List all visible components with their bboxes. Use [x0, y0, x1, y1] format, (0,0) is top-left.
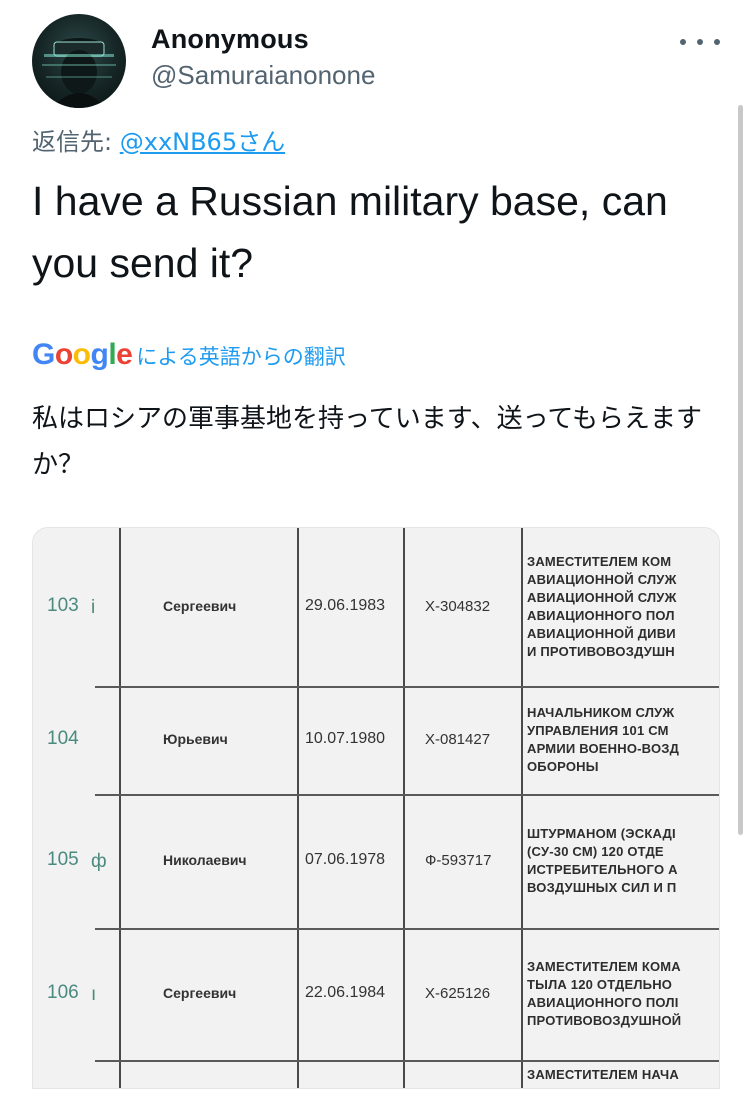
google-logo-letter: e: [116, 338, 133, 371]
translation-label: による英語からの翻訳: [136, 345, 346, 369]
table-cell-desc-line: (СУ-30 СМ) 120 ОТДЕ: [527, 844, 664, 859]
table-cell-patronymic: Сергеевич: [163, 985, 237, 1001]
dot: [697, 39, 703, 45]
dot: [714, 39, 720, 45]
google-logo-letter: o: [54, 338, 73, 371]
reply-mention-link[interactable]: @xxNB65さん: [120, 128, 285, 156]
table-cell-desc-line: ЗАМЕСТИТЕЛЕМ КОМ: [527, 554, 672, 569]
translated-text: 私はロシアの軍事基地を持っています、送ってもらえますか？: [32, 404, 703, 480]
table-cell-date: 29.06.1983: [305, 597, 386, 614]
avatar-anonymous-mask-image: [42, 38, 116, 108]
table-cell-desc-line: ВОЗДУШНЫХ СИЛ И П: [527, 880, 677, 895]
table-row-line: [95, 1060, 719, 1062]
table-cell-desc-line: ИСТРЕБИТЕЛЬНОГО А: [527, 862, 678, 877]
table-cell-desc-line: НАЧАЛЬНИКОМ СЛУЖ: [527, 705, 675, 720]
user-handle[interactable]: @Samuraianonone: [151, 60, 375, 91]
table-cell-mark: ı: [91, 984, 97, 1005]
reply-prefix: 返信先:: [32, 128, 113, 156]
google-logo-letter: g: [90, 338, 109, 371]
table-cell-id: Х-304832: [425, 598, 491, 615]
reply-to: 返信先: @xxNB65さん: [32, 122, 285, 157]
table-cell-desc-line: ШТУРМАНОМ (ЭСКАДІ: [527, 826, 676, 841]
table-cell-row-number: 105: [47, 849, 79, 870]
table-cell-desc-line: ТЫЛА 120 ОТДЕЛЬНО: [527, 977, 673, 992]
table-cell-desc-line: ПРОТИВОВОЗДУШНОЙ: [527, 1013, 682, 1028]
table-cell-patronymic: Юрьевич: [163, 731, 228, 747]
table-row-line: [95, 928, 719, 930]
table-cell-row-number: 104: [47, 728, 79, 749]
table-cell-desc-line: ЗАМЕСТИТЕЛЕМ КОМА: [527, 959, 681, 974]
attached-image[interactable]: 103 i Сергеевич 29.06.1983 Х-304832 ЗАМЕСТИТЕ…: [32, 527, 720, 1089]
table-cell-mark: i: [91, 597, 96, 618]
table-cell-desc-line: АВИАЦИОННОЙ СЛУЖ: [527, 572, 677, 587]
table-cell-desc-line: АВИАЦИОННОЙ СЛУЖ: [527, 590, 677, 605]
table-cell-desc-line: И ПРОТИВОВОЗДУШН: [527, 644, 675, 659]
table-row-line: [95, 794, 719, 796]
table-cell-patronymic: Сергеевич: [163, 598, 237, 614]
table-cell-desc-footer: ЗАМЕСТИТЕЛЕМ НАЧА: [527, 1067, 679, 1082]
table-cell-id: Х-081427: [425, 731, 491, 748]
table-cell-desc-line: ОБОРОНЫ: [527, 759, 599, 774]
display-name[interactable]: Anonymous: [151, 24, 309, 55]
more-options-icon[interactable]: [680, 30, 720, 54]
table-cell-date: 10.07.1980: [305, 730, 386, 747]
table-cell-patronymic: Николаевич: [163, 852, 247, 868]
table-cell-row-number: 103: [47, 595, 79, 616]
table-column-line: [297, 528, 299, 1088]
table-cell-id: Ф-593717: [425, 852, 492, 869]
table-cell-desc-line: АВИАЦИОННОГО ПОЛ: [527, 608, 675, 623]
table-cell-desc-line: УПРАВЛЕНИЯ 101 СМ: [527, 723, 669, 738]
table-cell-row-number: 106: [47, 982, 79, 1003]
dot: [680, 39, 686, 45]
table-cell-date: 22.06.1984: [305, 984, 386, 1001]
table-column-line: [521, 528, 523, 1088]
table-cell-id: Х-625126: [425, 985, 491, 1002]
table-cell-mark: ф: [91, 851, 107, 872]
table-column-line: [403, 528, 405, 1088]
table-row-line: [95, 686, 719, 688]
google-logo-letter: G: [32, 338, 55, 371]
google-logo: Google: [32, 338, 133, 372]
scrollbar[interactable]: [738, 105, 743, 835]
table-column-line: [119, 528, 121, 1088]
table-cell-date: 07.06.1978: [305, 851, 386, 868]
table-cell-desc-line: АВИАЦИОННОЙ ДИВИ: [527, 626, 676, 641]
table-cell-desc-line: АВИАЦИОННОГО ПОЛІ: [527, 995, 679, 1010]
table-cell-desc-line: АРМИИ ВОЕННО-ВОЗД: [527, 741, 680, 756]
google-logo-letter: o: [72, 338, 91, 371]
avatar[interactable]: [32, 14, 126, 108]
translation-attribution[interactable]: Google による英語からの翻訳: [32, 338, 346, 372]
google-logo-text: Google: [32, 338, 133, 371]
google-logo-letter: l: [108, 338, 117, 371]
tweet-text: I have a Russian military base, can you …: [32, 178, 668, 286]
